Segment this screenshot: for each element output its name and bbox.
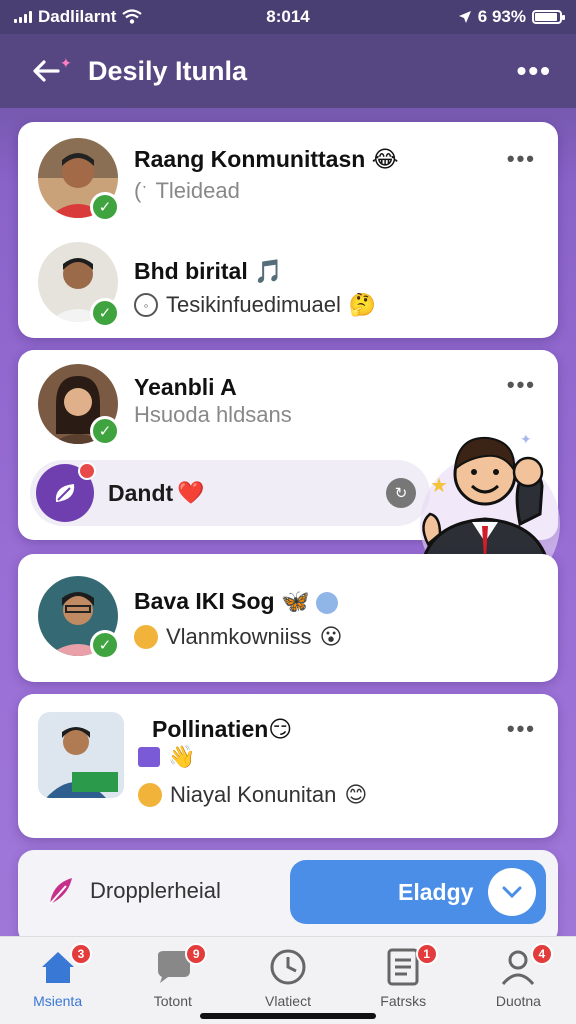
badge-icon	[134, 625, 158, 649]
verified-icon	[316, 591, 339, 614]
signal-icon	[14, 11, 32, 23]
dandi-label: Dandt	[108, 479, 174, 506]
chat-card-1: ✓ Raang Konmunittasn 😂 (ˑ Tleidead ••• ✓ …	[18, 122, 558, 338]
phone-icon	[138, 783, 162, 807]
call-icon: (ˑ	[134, 178, 148, 203]
tab-badge: 9	[185, 943, 208, 965]
dandi-item[interactable]: Dandt ❤️ ↻	[30, 460, 430, 526]
carrier-label: Dadlilarnt	[38, 7, 117, 26]
tab-home[interactable]: 3 Msienta	[0, 937, 115, 1024]
chat-row-4[interactable]: ✓ Bava IKI Sog 🦋 Vlanmkowniiss 😮	[18, 554, 558, 682]
app-header: ✦ Desily Itunla •••	[0, 34, 576, 108]
heart-emoji: ❤️	[177, 480, 205, 505]
chat-more-button[interactable]: •••	[507, 716, 536, 742]
svg-text:✦: ✦	[520, 431, 532, 447]
tab-label: Msienta	[33, 993, 83, 1009]
chat-name: Raang Konmunittasn 😂	[134, 146, 399, 172]
avatar	[38, 712, 124, 798]
chat-row-2[interactable]: ✓ Bhd birital 🎵 ◦ Tesikinfuedimuael 🤔	[18, 230, 558, 338]
status-bar: Dadlilarnt 8:014 6 93%	[0, 0, 576, 34]
arrow-left-icon	[33, 60, 60, 82]
chat-name: Bava IKI Sog 🦋	[134, 588, 339, 615]
chat-name: Pollinatien😏	[152, 716, 293, 742]
chat-row-5[interactable]: Pollinatien😏 👋 Niayal Konunitan 😊 •••	[18, 694, 558, 838]
chat-preview: Vlanmkowniiss 😮	[134, 624, 342, 650]
chat-card-3: ✓ Bava IKI Sog 🦋 Vlanmkowniiss 😮	[18, 554, 558, 682]
chat-row-1[interactable]: ✓ Raang Konmunittasn 😂 (ˑ Tleidead •••	[18, 122, 558, 230]
notification-dot	[78, 462, 96, 480]
chat-preview: (ˑ Tleidead	[134, 178, 240, 203]
svg-text:★: ★	[430, 475, 448, 497]
chat-more-button[interactable]: •••	[507, 146, 536, 172]
bottom-tab-bar: 3 Msienta 9 Totont Vlatiect 1 Fatrsks 4 …	[0, 936, 576, 1024]
tab-label: Totont	[153, 993, 192, 1009]
chat-preview: Niayal Konunitan 😊	[138, 782, 367, 808]
chat-preview: ◦ Tesikinfuedimuael 🤔	[134, 292, 376, 318]
chat-name: Bhd birital 🎵	[134, 258, 283, 284]
dandi-logo-icon	[36, 462, 96, 522]
promo-bar: Dropplerheial Eladgy	[18, 850, 558, 945]
promo-label: Dropplerheial	[90, 878, 221, 903]
tab-badge: 1	[415, 943, 438, 965]
tab-chats[interactable]: 9 Totont	[115, 937, 230, 1024]
tab-label: Duotna	[495, 993, 541, 1009]
tab-badge: 4	[530, 943, 553, 965]
location-icon	[458, 11, 471, 23]
message-icon: ◦	[134, 293, 158, 317]
chat-more-button[interactable]: •••	[507, 372, 536, 398]
promo-action-button[interactable]: Eladgy	[290, 860, 546, 924]
chevron-down-icon	[488, 868, 536, 916]
online-badge: ✓	[90, 416, 120, 446]
tab-label: Vlatiect	[265, 993, 311, 1009]
online-badge: ✓	[90, 192, 120, 222]
calendar-icon	[138, 747, 160, 767]
tab-tasks[interactable]: 1 Fatrsks	[346, 937, 461, 1024]
tab-recent[interactable]: Vlatiect	[230, 937, 345, 1024]
online-badge: ✓	[90, 630, 120, 660]
back-button[interactable]: ✦	[24, 49, 72, 93]
home-indicator	[200, 1013, 376, 1019]
chat-name: Yeanbli A	[134, 374, 237, 400]
page-title: Desily Itunla	[88, 55, 248, 86]
chat-emoji-row: 👋	[138, 744, 195, 770]
tab-badge: 3	[70, 943, 92, 965]
tab-profile[interactable]: 4 Duotna	[461, 937, 576, 1024]
online-badge: ✓	[90, 298, 120, 328]
clock-icon	[268, 947, 308, 987]
tab-label: Fatrsks	[380, 993, 427, 1009]
sparkle-icon: ✦	[60, 55, 72, 71]
more-options-button[interactable]: •••	[517, 55, 552, 87]
battery-icon	[532, 10, 565, 24]
chat-card-4: Pollinatien😏 👋 Niayal Konunitan 😊 •••	[18, 694, 558, 838]
feather-icon	[49, 878, 72, 905]
promo-button-label: Eladgy	[398, 878, 474, 905]
chat-preview: Hsuoda hldsans	[134, 402, 292, 427]
wifi-icon	[122, 9, 143, 24]
battery-percent: 6 93%	[477, 7, 526, 26]
